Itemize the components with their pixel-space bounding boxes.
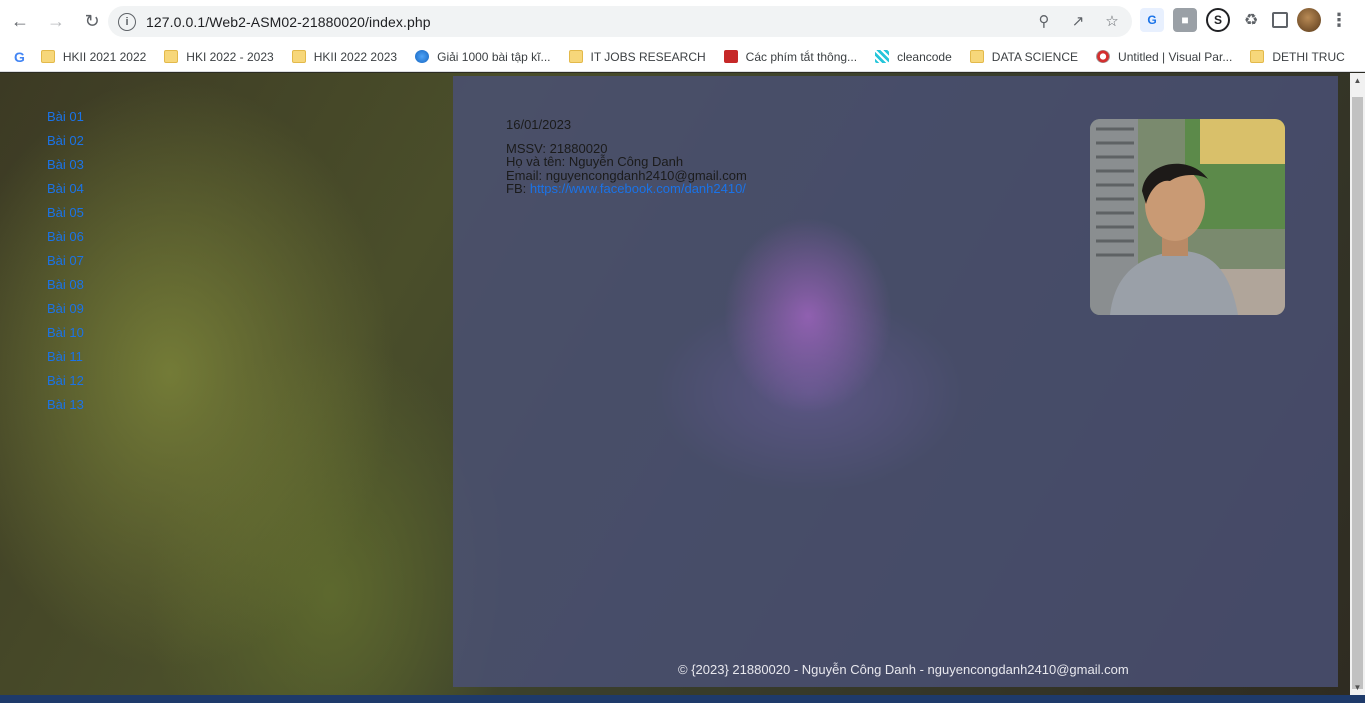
sidebar-link-bai-08[interactable]: Bài 08 <box>47 277 167 301</box>
student-info: 16/01/2023 MSSV: 21880020 Họ và tên: Ngu… <box>506 118 747 196</box>
google-icon[interactable]: G <box>14 49 25 65</box>
sidebar-link-bai-05[interactable]: Bài 05 <box>47 205 167 229</box>
translate-extension-icon[interactable]: G <box>1140 8 1164 32</box>
scrollbar-thumb[interactable] <box>1352 97 1363 689</box>
reload-icon[interactable]: ↻ <box>76 5 108 37</box>
fb-label: FB: <box>506 181 530 196</box>
forward-arrow-icon[interactable]: → <box>40 5 72 37</box>
side-panel-icon[interactable] <box>1272 12 1288 28</box>
page-scrollbar[interactable]: ▲ ▼ <box>1350 73 1365 695</box>
sidebar-link-bai-11[interactable]: Bài 11 <box>47 349 167 373</box>
bookmark-item[interactable]: DATA SCIENCE <box>969 49 1079 64</box>
profile-photo <box>1090 119 1285 315</box>
folder-icon <box>969 50 984 63</box>
teal-grid-icon <box>875 50 890 63</box>
bookmark-item[interactable]: cleancode <box>875 50 952 64</box>
date-text: 16/01/2023 <box>506 117 572 132</box>
bookmark-label: DETHI TRUC <box>1272 49 1345 64</box>
browser-toolbar: ← → ↻ i 127.0.0.1/Web2-ASM02-21880020/in… <box>0 0 1365 42</box>
sidebar-link-bai-07[interactable]: Bài 07 <box>47 253 167 277</box>
bookmark-label: Giải 1000 bài tập kĩ... <box>437 49 551 64</box>
sidebar-link-bai-04[interactable]: Bài 04 <box>47 181 167 205</box>
main-panel: 16/01/2023 MSSV: 21880020 Họ và tên: Ngu… <box>453 76 1338 687</box>
mssv-text: MSSV: 21880020 <box>506 140 608 156</box>
more-menu-icon[interactable]: ⋮ <box>1330 10 1348 31</box>
folder-icon <box>291 50 306 63</box>
folder-icon <box>40 50 55 63</box>
profile-avatar[interactable] <box>1297 8 1321 32</box>
name-text: Họ và tên: Nguyễn Công Danh <box>506 154 684 169</box>
bookmark-label: Untitled | Visual Par... <box>1118 49 1233 64</box>
bookmark-label: cleancode <box>897 49 952 64</box>
bookmark-label: DATA SCIENCE <box>991 49 1079 64</box>
globe-icon <box>415 50 430 63</box>
scroll-up-arrow-icon[interactable]: ▲ <box>1350 73 1365 88</box>
footer-text: © {2023} 21880020 - Nguyễn Công Danh - n… <box>678 662 1129 677</box>
bookmark-label: HKII 2021 2022 <box>62 49 147 64</box>
s-extension-icon[interactable]: S <box>1206 8 1230 32</box>
os-taskbar <box>0 695 1365 703</box>
sidebar-nav: Bài 01 Bài 02 Bài 03 Bài 04 Bài 05 Bài 0… <box>47 109 167 421</box>
folder-icon <box>164 50 179 63</box>
bookmark-item[interactable]: Untitled | Visual Par... <box>1096 50 1232 64</box>
sidebar-link-bai-10[interactable]: Bài 10 <box>47 325 167 349</box>
address-bar[interactable]: i 127.0.0.1/Web2-ASM02-21880020/index.ph… <box>108 6 1132 37</box>
bookmark-label: Các phím tắt thông... <box>745 49 858 64</box>
bookmark-item[interactable]: HKI 2022 - 2023 <box>164 49 274 64</box>
share-icon[interactable]: ↗ <box>1068 11 1088 31</box>
bookmarks-bar: G HKII 2021 2022 HKI 2022 - 2023 HKII 20… <box>0 42 1365 72</box>
sidebar-link-bai-06[interactable]: Bài 06 <box>47 229 167 253</box>
back-arrow-icon[interactable]: ← <box>4 5 36 37</box>
site-info-icon[interactable]: i <box>118 12 136 31</box>
url-text[interactable]: 127.0.0.1/Web2-ASM02-21880020/index.php <box>146 14 431 30</box>
visual-paradigm-icon <box>1096 50 1111 63</box>
bookmark-item[interactable]: HKII 2022 2023 <box>291 49 398 64</box>
zoom-icon[interactable]: ⚲ <box>1034 11 1054 31</box>
profile-photo-image <box>1090 119 1285 315</box>
bookmark-item[interactable]: Các phím tắt thông... <box>723 49 858 64</box>
bookmark-label: HKII 2022 2023 <box>313 49 398 64</box>
bookmark-item[interactable]: IT JOBS RESEARCH <box>568 49 706 64</box>
folder-icon <box>568 50 583 63</box>
bookmark-item[interactable]: HKII 2021 2022 <box>40 49 147 64</box>
sidebar-link-bai-09[interactable]: Bài 09 <box>47 301 167 325</box>
fb-line: FB: https://www.facebook.com/danh2410/ <box>506 182 747 196</box>
bookmark-item[interactable]: DETHI TRUC <box>1250 49 1345 64</box>
bookmark-item[interactable]: Giải 1000 bài tập kĩ... <box>415 49 551 64</box>
sidebar-link-bai-01[interactable]: Bài 01 <box>47 109 167 133</box>
sidebar-link-bai-12[interactable]: Bài 12 <box>47 373 167 397</box>
page-content: Bài 01 Bài 02 Bài 03 Bài 04 Bài 05 Bài 0… <box>0 73 1350 695</box>
sidebar-link-bai-02[interactable]: Bài 02 <box>47 133 167 157</box>
folder-icon <box>1250 50 1265 63</box>
star-icon[interactable]: ☆ <box>1102 11 1122 31</box>
bookmark-label: IT JOBS RESEARCH <box>590 49 706 64</box>
facebook-link[interactable]: https://www.facebook.com/danh2410/ <box>530 181 746 196</box>
puzzle-extensions-icon[interactable]: ♻ <box>1239 8 1263 32</box>
email-text: Email: nguyencongdanh2410@gmail.com <box>506 167 747 183</box>
bookmark-label: HKI 2022 - 2023 <box>186 49 274 64</box>
gray-extension-icon[interactable]: ■ <box>1173 8 1197 32</box>
sidebar-link-bai-13[interactable]: Bài 13 <box>47 397 167 421</box>
scroll-down-arrow-icon[interactable]: ▼ <box>1350 680 1365 695</box>
red-app-icon <box>723 50 738 63</box>
sidebar-link-bai-03[interactable]: Bài 03 <box>47 157 167 181</box>
